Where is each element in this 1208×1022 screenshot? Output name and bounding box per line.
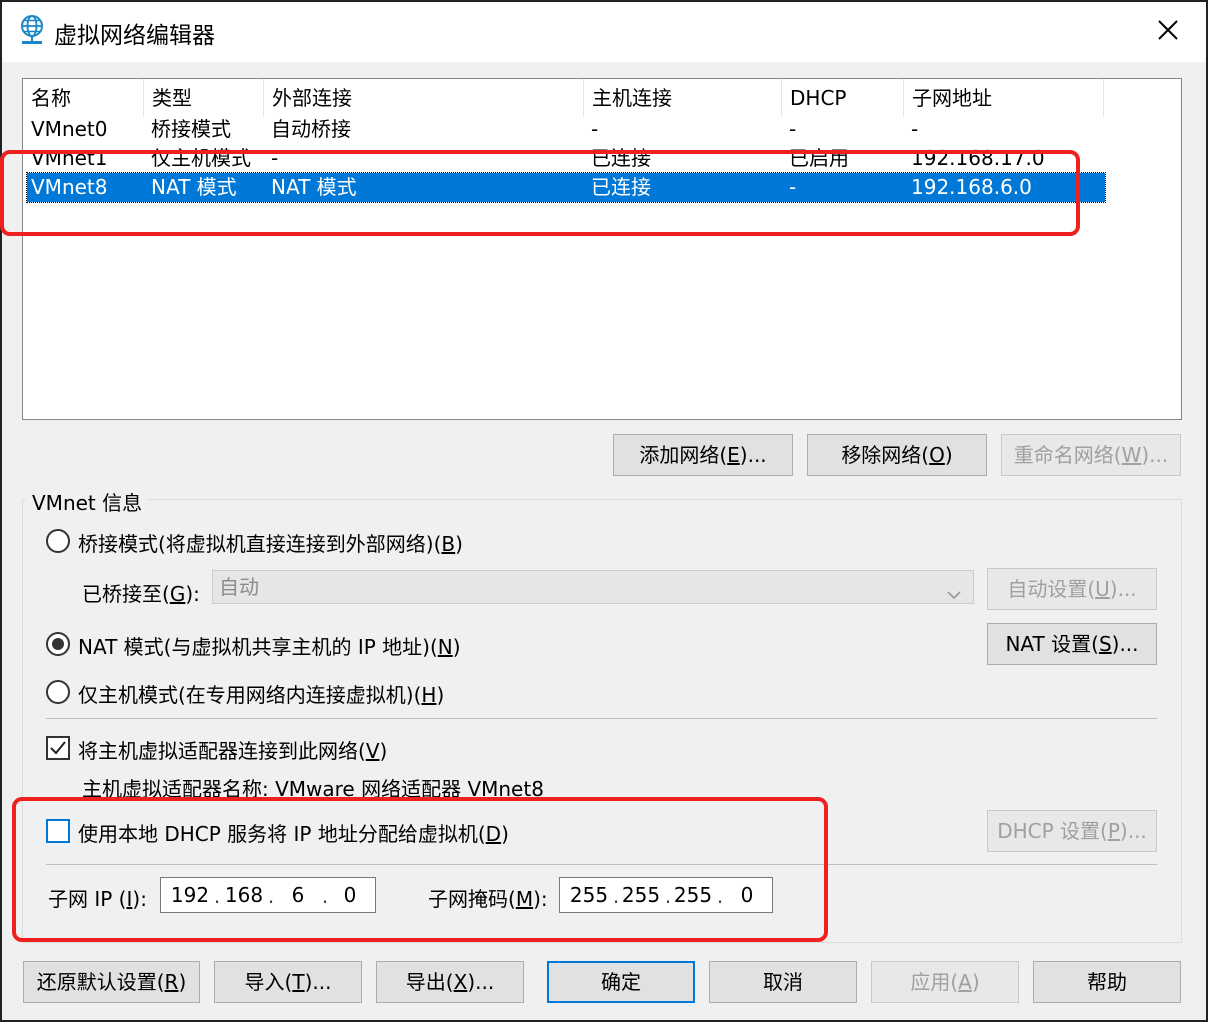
bridged-mode-radio[interactable]: [46, 529, 70, 553]
ok-button[interactable]: 确定: [547, 961, 695, 1003]
nat-mode-radio[interactable]: [46, 632, 70, 656]
cell-host: -: [591, 117, 599, 141]
nat-mode-label[interactable]: NAT 模式(与虚拟机共享主机的 IP 地址)(N): [78, 631, 461, 660]
add-network-button[interactable]: 添加网络(E)...: [613, 434, 793, 476]
close-icon: [1157, 19, 1179, 46]
auto-settings-button[interactable]: 自动设置(U)...: [987, 568, 1157, 610]
cell-name: VMnet1: [31, 146, 108, 170]
title-bar: 虚拟网络编辑器: [2, 2, 1206, 62]
globe-network-icon: [18, 14, 46, 46]
column-header-host[interactable]: 主机连接: [584, 79, 782, 117]
restore-defaults-button[interactable]: 还原默认设置(R): [23, 961, 200, 1003]
bridged-mode-label[interactable]: 桥接模式(将虚拟机直接连接到外部网络)(B): [78, 528, 463, 557]
use-dhcp-checkbox[interactable]: [46, 819, 70, 843]
dhcp-settings-button[interactable]: DHCP 设置(P)...: [987, 810, 1157, 852]
table-row-selected[interactable]: VMnet8 NAT 模式 NAT 模式 已连接 - 192.168.6.0: [26, 172, 1106, 203]
network-list[interactable]: 名称 类型 外部连接 主机连接 DHCP 子网地址 VMnet0 桥接模式 自动…: [22, 78, 1182, 420]
connect-adapter-label[interactable]: 将主机虚拟适配器连接到此网络(V): [78, 735, 387, 764]
cell-host: 已连接: [591, 175, 651, 199]
ip-dot: .: [267, 884, 275, 908]
ip-octet[interactable]: 0: [726, 878, 768, 912]
ip-octet[interactable]: 192: [169, 878, 211, 912]
cell-host: 已连接: [591, 146, 651, 170]
export-button[interactable]: 导出(X)...: [376, 961, 524, 1003]
virtual-network-editor-window: 虚拟网络编辑器 名称 类型 外部连接 主机连接 DHCP 子网地址 VMnet0…: [0, 0, 1208, 1022]
help-button[interactable]: 帮助: [1033, 961, 1181, 1003]
bridged-to-value: 自动: [219, 575, 259, 599]
cell-type: NAT 模式: [151, 175, 237, 199]
ip-octet[interactable]: 6: [277, 878, 319, 912]
column-header-name[interactable]: 名称: [23, 79, 144, 117]
separator: [46, 718, 1157, 719]
cell-name: VMnet0: [31, 117, 108, 141]
column-header-subnet[interactable]: 子网地址: [904, 79, 1104, 117]
import-button[interactable]: 导入(T)...: [214, 961, 362, 1003]
connect-adapter-checkbox[interactable]: [46, 736, 70, 760]
cell-type: 桥接模式: [151, 117, 231, 141]
cell-name: VMnet8: [31, 175, 108, 199]
subnet-mask-input[interactable]: 255 . 255 . 255 . 0: [559, 877, 773, 913]
ip-dot: .: [664, 884, 672, 908]
rename-network-button[interactable]: 重命名网络(W)...: [1001, 434, 1181, 476]
list-header: 名称 类型 外部连接 主机连接 DHCP 子网地址: [23, 79, 1181, 117]
use-dhcp-label[interactable]: 使用本地 DHCP 服务将 IP 地址分配给虚拟机(D): [78, 818, 509, 847]
apply-button[interactable]: 应用(A): [871, 961, 1019, 1003]
vmnet-info-label: VMnet 信息: [26, 487, 149, 516]
cell-dhcp: 已启用: [789, 146, 849, 170]
ip-octet[interactable]: 255: [672, 878, 714, 912]
ip-octet[interactable]: 255: [620, 878, 662, 912]
host-only-mode-label[interactable]: 仅主机模式(在专用网络内连接虚拟机)(H): [78, 679, 444, 708]
host-only-mode-radio[interactable]: [46, 680, 70, 704]
cell-type: 仅主机模式: [151, 146, 251, 170]
table-row[interactable]: VMnet0 桥接模式 自动桥接 - - -: [27, 115, 1105, 144]
cell-subnet: 192.168.17.0: [911, 146, 1045, 170]
column-header-external[interactable]: 外部连接: [264, 79, 584, 117]
ip-dot: .: [213, 884, 221, 908]
table-row[interactable]: VMnet1 仅主机模式 - 已连接 已启用 192.168.17.0: [27, 144, 1105, 173]
ip-octet[interactable]: 255: [568, 878, 610, 912]
cell-dhcp: -: [789, 175, 797, 199]
subnet-ip-input[interactable]: 192 . 168 . 6 . 0: [160, 877, 376, 913]
column-header-dhcp[interactable]: DHCP: [782, 79, 904, 117]
ip-dot: .: [321, 884, 329, 908]
ip-octet[interactable]: 0: [329, 878, 371, 912]
cell-dhcp: -: [789, 117, 797, 141]
ip-dot: .: [612, 884, 620, 908]
nat-settings-button[interactable]: NAT 设置(S)...: [987, 623, 1157, 665]
bridged-to-label: 已桥接至(G):: [82, 582, 200, 606]
subnet-ip-label: 子网 IP (I):: [48, 887, 147, 911]
ip-octet[interactable]: 168: [223, 878, 265, 912]
close-button[interactable]: [1142, 10, 1194, 54]
cell-subnet: 192.168.6.0: [911, 175, 1032, 199]
adapter-name-text: 主机虚拟适配器名称: VMware 网络适配器 VMnet8: [82, 777, 544, 801]
bridged-to-select[interactable]: 自动: [212, 570, 974, 604]
cancel-button[interactable]: 取消: [709, 961, 857, 1003]
separator: [46, 864, 1157, 865]
remove-network-button[interactable]: 移除网络(O): [807, 434, 987, 476]
chevron-down-icon: [947, 579, 961, 600]
subnet-mask-label: 子网掩码(M):: [428, 887, 548, 911]
cell-subnet: -: [911, 117, 919, 141]
cell-external: NAT 模式: [271, 175, 357, 199]
cell-external: -: [271, 146, 279, 170]
column-header-type[interactable]: 类型: [144, 79, 264, 117]
ip-dot: .: [716, 884, 724, 908]
cell-external: 自动桥接: [271, 117, 351, 141]
window-title: 虚拟网络编辑器: [54, 23, 215, 49]
